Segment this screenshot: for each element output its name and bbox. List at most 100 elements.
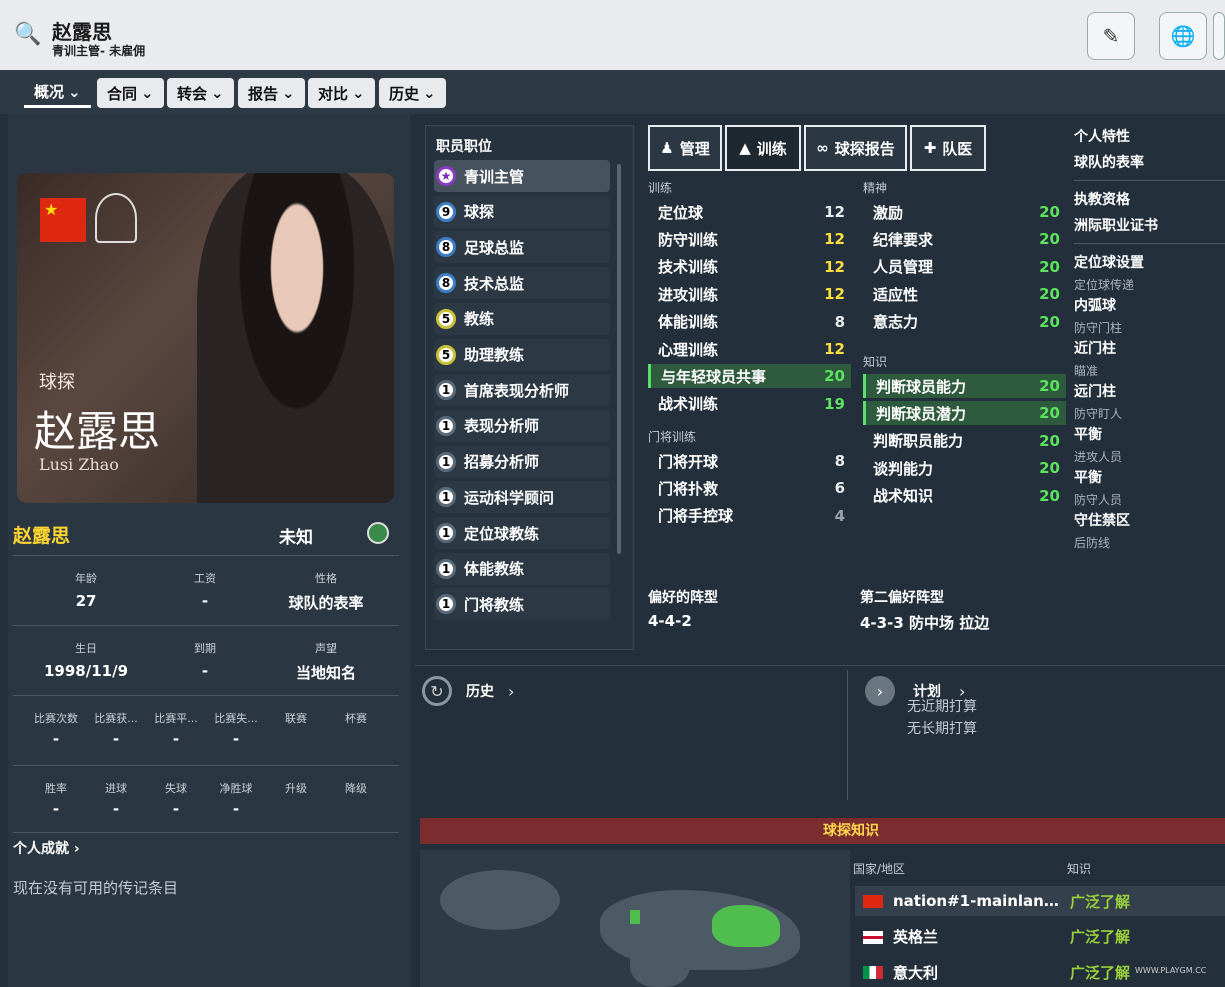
setpiece-value: 平衡	[1074, 427, 1102, 443]
attribute-value: 20	[1039, 257, 1060, 276]
attribute-label: 适应性	[873, 285, 919, 304]
history-label: 历史	[466, 684, 494, 700]
role-item[interactable]: 9 球探	[434, 195, 610, 228]
stat-label: 声望	[315, 642, 337, 655]
attribute-row: 体能训练 8	[648, 310, 851, 334]
tab-medical[interactable]: ✚ 队医	[910, 125, 986, 171]
binoculars-icon: ∞	[816, 139, 829, 157]
scrollbar[interactable]	[617, 164, 621, 554]
tab-training[interactable]: ▲ 训练	[725, 125, 801, 171]
role-item[interactable]: 1 体能教练	[434, 552, 610, 585]
scout-country-row[interactable]: 意大利 广泛了解	[855, 957, 1225, 987]
role-item[interactable]: 1 门将教练	[434, 588, 610, 621]
attribute-row: 纪律要求 20	[863, 227, 1066, 251]
role-item[interactable]: 5 助理教练	[434, 338, 610, 371]
preferred-formation: 4-4-2	[648, 612, 692, 630]
role-item[interactable]: 1 首席表现分析师	[434, 374, 610, 407]
stat-value: -	[201, 592, 209, 610]
attribute-row: 意志力 20	[863, 310, 1066, 334]
tab-label: 概况	[34, 83, 65, 101]
attribute-label: 门将开球	[658, 452, 719, 471]
history-button[interactable]: ↻ 历史 ›	[422, 676, 514, 706]
attribute-row: 定位球 12	[648, 200, 851, 224]
tab-label: 合同	[107, 84, 138, 103]
col-knowledge: 知识	[1067, 862, 1092, 876]
tab-history[interactable]: 历史 ⌄	[379, 78, 446, 108]
knowledge-header: 知识	[863, 355, 888, 369]
license-title: 执教资格	[1074, 192, 1130, 208]
divider	[1074, 243, 1225, 244]
role-item[interactable]: 8 技术总监	[434, 267, 610, 300]
globe-icon: 🌐	[1170, 24, 1196, 48]
setpiece-key: 定位球传递	[1074, 278, 1135, 292]
stat-label: 降级	[345, 782, 367, 795]
divider	[13, 765, 399, 766]
col-country: 国家/地区	[853, 862, 906, 876]
stat-value: 球队的表率	[288, 594, 364, 612]
tab-reports[interactable]: 报告 ⌄	[238, 78, 305, 108]
stat-label: 工资	[194, 572, 216, 585]
attribute-label: 进攻训练	[658, 285, 719, 304]
page-subtitle: 青训主管- 未雇佣	[52, 44, 146, 58]
setpiece-key: 瞄准	[1074, 364, 1099, 378]
stat-label: 性格	[315, 572, 337, 585]
tab-scouting[interactable]: ∞ 球探报告	[804, 125, 907, 171]
search-icon[interactable]: 🔍	[14, 22, 41, 47]
training-header: 训练	[648, 181, 673, 195]
role-rating-badge: 1	[436, 415, 456, 436]
europe-highlight	[630, 910, 640, 924]
globe-button[interactable]: 🌐	[1159, 12, 1207, 60]
second-formation: 4-3-3 防中场 拉边	[860, 614, 990, 632]
achievements-link[interactable]: 个人成就 ›	[13, 838, 80, 858]
flag-icon	[863, 930, 883, 944]
attribute-label: 纪律要求	[873, 230, 934, 249]
trait-value: 球队的表率	[1074, 155, 1144, 171]
attribute-value: 6	[834, 479, 845, 498]
role-label: 招募分析师	[464, 453, 540, 472]
role-item[interactable]: 1 定位球教练	[434, 517, 610, 549]
attribute-row: 激励 20	[863, 200, 1066, 224]
role-rating-badge: 1	[436, 487, 456, 508]
more-button[interactable]	[1213, 12, 1225, 60]
attribute-value: 19	[824, 394, 845, 413]
tab-overview[interactable]: 概况 ⌄	[24, 78, 91, 108]
attribute-label: 技术训练	[658, 258, 719, 277]
tab-compare[interactable]: 对比 ⌄	[308, 78, 375, 108]
attribute-value: 20	[1039, 203, 1060, 221]
attribute-row: 判断职员能力 20	[863, 429, 1066, 453]
flag-icon	[863, 966, 883, 979]
role-item[interactable]: 5 教练	[434, 302, 610, 335]
attribute-value: 12	[824, 257, 845, 276]
edit-button[interactable]: ✎	[1087, 12, 1135, 60]
card-role: 球探	[39, 372, 75, 393]
role-label: 技术总监	[464, 274, 525, 293]
scout-country-row[interactable]: 英格兰 广泛了解	[855, 922, 1225, 952]
preferred-formation-label: 偏好的阵型	[648, 590, 718, 606]
scout-country-row[interactable]: nation#1-mainland_ch... 广泛了解	[855, 886, 1225, 916]
scout-knowledge-header: 球探知识	[420, 818, 1225, 844]
attribute-row: 战术知识 20	[863, 484, 1066, 508]
attribute-row: 人员管理 20	[863, 255, 1066, 279]
tab-label: 训练	[756, 139, 787, 158]
tab-transfer[interactable]: 转会 ⌄	[167, 78, 234, 108]
role-rating-badge: 1	[436, 523, 456, 543]
attribute-label: 战术知识	[873, 487, 934, 506]
stat-label: 生日	[75, 642, 97, 655]
stat-value: 当地知名	[295, 664, 356, 682]
divider	[1074, 180, 1225, 181]
tab-label: 转会	[177, 84, 208, 103]
role-item[interactable]: 1 运动科学顾问	[434, 481, 610, 514]
tab-label: 对比	[318, 84, 349, 103]
role-item[interactable]: ★ 青训主管	[434, 160, 610, 192]
second-formation-label: 第二偏好阵型	[860, 590, 944, 606]
divider	[13, 695, 399, 696]
role-item[interactable]: 1 招募分析师	[434, 445, 610, 478]
role-label: 青训主管	[464, 167, 525, 186]
attribute-label: 心理训练	[658, 340, 719, 359]
role-rating-badge: 8	[436, 237, 456, 258]
role-item[interactable]: 1 表现分析师	[434, 409, 610, 442]
role-item[interactable]: 8 足球总监	[434, 231, 610, 264]
tab-management[interactable]: ♟ 管理	[648, 125, 722, 171]
tab-contract[interactable]: 合同 ⌄	[97, 78, 164, 108]
stat-value: 27	[75, 592, 97, 610]
